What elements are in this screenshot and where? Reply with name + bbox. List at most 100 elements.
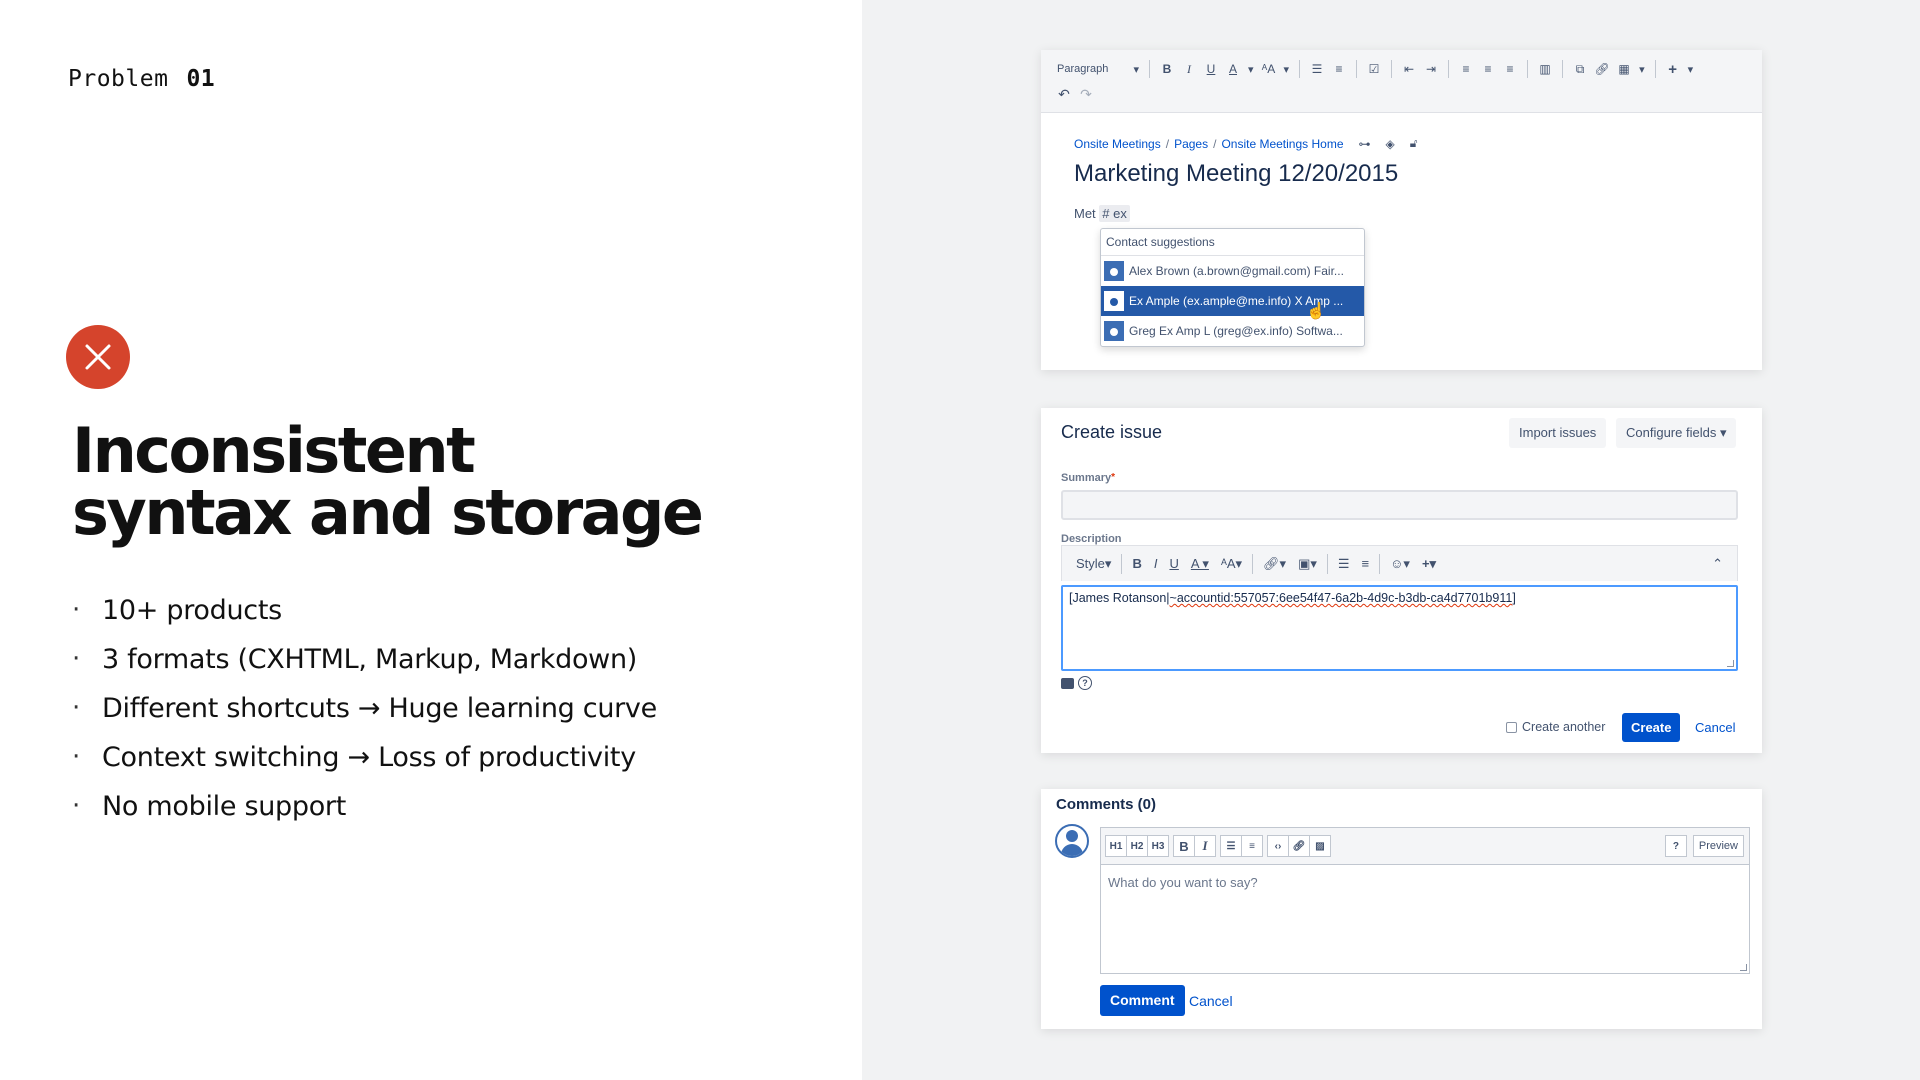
attachment-icon[interactable]: ▣▾ (1292, 556, 1323, 572)
breadcrumb-item[interactable]: Pages (1174, 137, 1208, 151)
numbered-list-icon[interactable]: ≡ (1241, 835, 1263, 857)
chevron-down-icon[interactable]: ▾ (1684, 63, 1698, 76)
create-button[interactable]: Create (1622, 713, 1681, 742)
bold-icon[interactable]: B (1156, 58, 1178, 80)
code-icon[interactable]: ‹› (1267, 835, 1289, 857)
plus-icon[interactable]: +▾ (1416, 556, 1442, 572)
underline-icon[interactable]: U (1200, 58, 1222, 80)
bold-icon[interactable]: B (1126, 556, 1147, 571)
breadcrumb-item[interactable]: Onsite Meetings Home (1221, 137, 1343, 151)
collapse-icon[interactable]: ⌃ (1706, 556, 1729, 572)
link-icon[interactable]: 🔗︎ (1591, 58, 1613, 80)
align-left-icon[interactable]: ≡ (1455, 58, 1477, 80)
comment-toolbar: H1 H2 H3 B I ☰ ≡ ‹› 🔗︎ ▨ ? Preview (1100, 827, 1750, 864)
user-avatar-icon (1104, 321, 1124, 341)
visual-mode-icon[interactable] (1061, 677, 1074, 689)
chevron-down-icon[interactable]: ▾ (1244, 63, 1258, 76)
heading-1-button[interactable]: H1 (1105, 835, 1127, 857)
comment-textarea[interactable]: What do you want to say? (1100, 864, 1750, 974)
resize-handle[interactable] (1740, 964, 1747, 971)
preview-button[interactable]: Preview (1692, 835, 1744, 857)
bullet-list-icon[interactable]: ☰ (1306, 58, 1328, 80)
create-another-label: Create another (1522, 720, 1606, 734)
create-another-checkbox[interactable] (1506, 721, 1517, 733)
image-icon[interactable]: ▨ (1309, 835, 1331, 857)
description-textarea[interactable]: [James Rotanson|~accountid:557057:6ee54f… (1061, 585, 1738, 671)
plus-icon[interactable]: + (1662, 58, 1684, 80)
layout-icon[interactable]: ▥ (1534, 58, 1556, 80)
bold-icon[interactable]: B (1173, 835, 1195, 857)
breadcrumb: Onsite Meetings / Pages / Onsite Meeting… (1074, 136, 1418, 151)
insert-file-icon[interactable]: ⧉ (1569, 58, 1591, 80)
outdent-icon[interactable]: ⇤ (1398, 58, 1420, 80)
italic-icon[interactable]: I (1178, 58, 1200, 80)
italic-icon[interactable]: I (1148, 556, 1164, 571)
eyebrow-number: 01 (186, 66, 216, 92)
bullet-list-icon[interactable]: ☰ (1332, 556, 1356, 572)
suggestion-text: Greg Ex Amp L (greg@ex.info) Softwa... (1129, 324, 1343, 338)
align-right-icon[interactable]: ≡ (1499, 58, 1521, 80)
table-icon[interactable]: ▦ (1613, 58, 1635, 80)
suggestion-item[interactable]: Alex Brown (a.brown@gmail.com) Fair... (1101, 256, 1364, 286)
spellcheck-underlined-text: ~accountid:557057:6ee54f47-6a2b-4d9c-b3d… (1169, 591, 1513, 605)
toolbar-divider (1654, 60, 1656, 78)
underline-icon[interactable]: U (1163, 556, 1184, 571)
emoji-icon[interactable]: ☺▾ (1384, 556, 1416, 572)
editor-body-text[interactable]: Met # ex (1074, 205, 1130, 222)
headline-line-2: syntax and storage (72, 476, 704, 549)
text-style-icon[interactable]: ᴬA▾ (1215, 556, 1248, 572)
link-icon[interactable]: 🔗︎ (1288, 835, 1310, 857)
indent-icon[interactable]: ⇥ (1420, 58, 1442, 80)
help-icon[interactable]: ? (1078, 676, 1092, 690)
bullet-item: 10+ products (72, 586, 657, 635)
numbered-list-icon[interactable]: ≡ (1356, 556, 1376, 571)
cancel-button[interactable]: Cancel (1189, 993, 1233, 1009)
chevron-down-icon: ▾ (1719, 425, 1727, 440)
lock-icon[interactable]: 🔓︎ (1410, 136, 1418, 151)
toolbar-divider (1149, 60, 1150, 78)
section-eyebrow: Problem 01 (68, 66, 215, 92)
create-another-option[interactable]: Create another (1506, 720, 1605, 734)
text-color-icon[interactable]: A (1222, 58, 1244, 80)
import-issues-button[interactable]: Import issues (1509, 418, 1607, 448)
configure-fields-button[interactable]: Configure fields ▾ (1616, 418, 1737, 448)
heading-2-button[interactable]: H2 (1126, 835, 1148, 857)
page-title[interactable]: Marketing Meeting 12/20/2015 (1074, 160, 1398, 188)
toolbar-divider (1391, 60, 1393, 78)
toolbar-row-1: Paragraph ▾ B I U A ▾ ᴬA ▾ ☰ ≡ ☑ ⇤ ⇥ ≡ ≡ ≡ (1053, 58, 1697, 80)
align-center-icon[interactable]: ≡ (1477, 58, 1499, 80)
help-icon[interactable]: ? (1664, 835, 1687, 857)
description-toolbar: Style▾ B I U A ▾ ᴬA▾ 🔗︎▾ ▣▾ ☰ ≡ ☺▾ +▾ ⌃ (1061, 545, 1738, 581)
comments-card: Comments (0) H1 H2 H3 B I ☰ ≡ ‹› 🔗︎ ▨ ? … (1041, 789, 1762, 1029)
bullet-list-icon[interactable]: ☰ (1220, 835, 1242, 857)
toolbar-divider (1356, 60, 1358, 78)
breadcrumb-item[interactable]: Onsite Meetings (1074, 137, 1161, 151)
undo-icon[interactable]: ↶ (1053, 83, 1075, 105)
italic-icon[interactable]: I (1194, 835, 1216, 857)
heading-3-button[interactable]: H3 (1147, 835, 1169, 857)
screenshots-panel: Paragraph ▾ B I U A ▾ ᴬA ▾ ☰ ≡ ☑ ⇤ ⇥ ≡ ≡ ≡ (862, 0, 1920, 1080)
summary-input[interactable] (1061, 490, 1738, 520)
comment-button[interactable]: Comment (1100, 985, 1185, 1016)
link-icon[interactable]: 🔗︎▾ (1257, 556, 1292, 572)
numbered-list-icon[interactable]: ≡ (1328, 58, 1350, 80)
description-label: Description (1061, 533, 1122, 545)
style-dropdown[interactable]: Style▾ (1070, 556, 1117, 572)
page-tree-icon[interactable]: ⊶ (1359, 137, 1371, 151)
chevron-down-icon[interactable]: ▾ (1635, 63, 1649, 76)
cancel-button[interactable]: Cancel (1695, 720, 1735, 735)
toolbar-row-2: ↶ ↷ (1053, 83, 1097, 105)
text-style-icon[interactable]: ᴬA (1258, 58, 1280, 80)
suggestions-header: Contact suggestions (1101, 229, 1364, 256)
bullet-item: Different shortcuts → Huge learning curv… (72, 684, 657, 733)
resize-handle[interactable] (1727, 660, 1734, 667)
redo-icon[interactable]: ↷ (1075, 83, 1097, 105)
task-list-icon[interactable]: ☑ (1363, 58, 1385, 80)
avatar (1055, 824, 1089, 858)
tag-icon[interactable]: ◈ (1386, 137, 1395, 151)
chevron-down-icon[interactable]: ▾ (1280, 63, 1294, 76)
text-color-icon[interactable]: A ▾ (1185, 556, 1215, 572)
paragraph-select[interactable]: Paragraph ▾ (1053, 58, 1143, 80)
error-x-icon (66, 325, 130, 389)
bullet-list: 10+ products 3 formats (CXHTML, Markup, … (72, 586, 657, 831)
